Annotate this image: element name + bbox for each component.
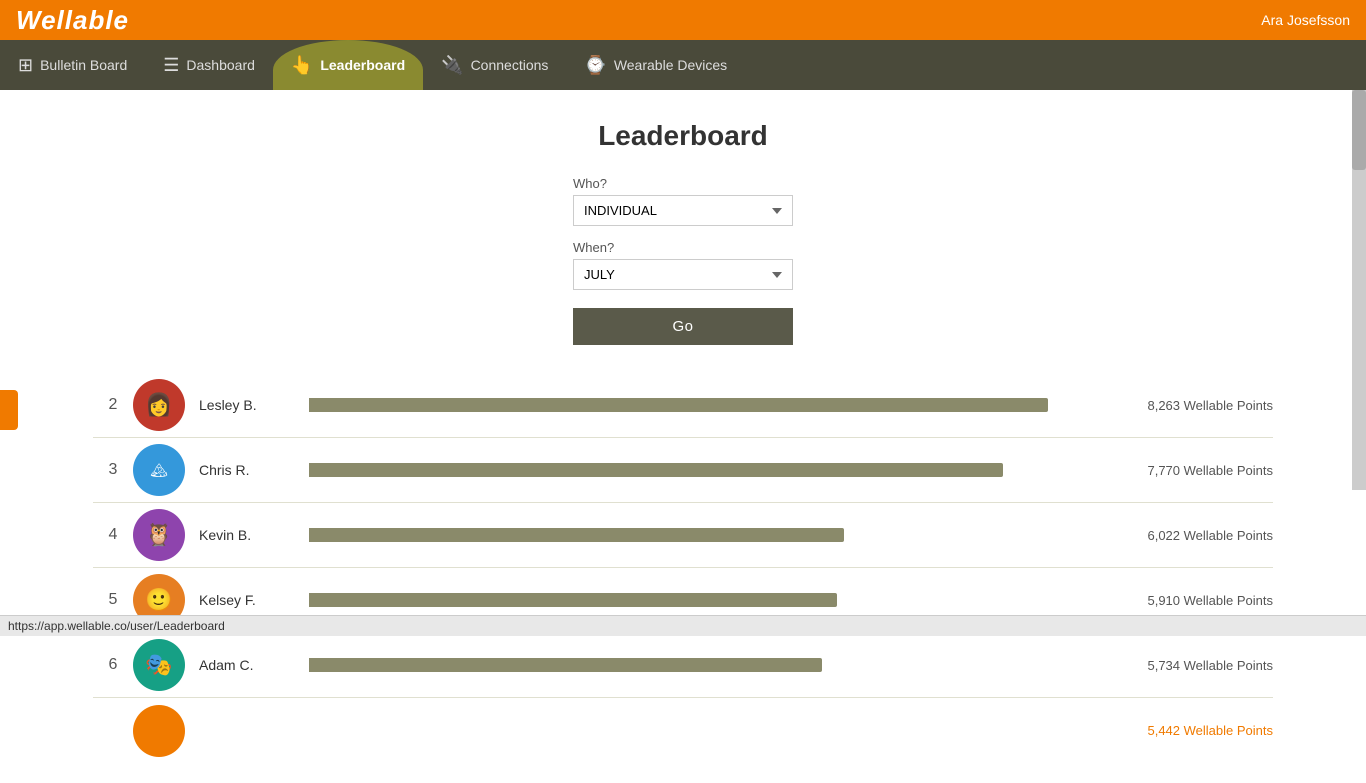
nav-bulletin-board[interactable]: ⊞ Bulletin Board	[0, 40, 145, 90]
nav-leaderboard-label: Leaderboard	[320, 57, 405, 73]
table-row: 2 👩 Lesley B. 8,263 Wellable Points	[93, 373, 1273, 438]
score-bar	[309, 528, 844, 542]
score-bar	[309, 658, 822, 672]
page-title: Leaderboard	[20, 120, 1346, 152]
main-content: Leaderboard Who? INDIVIDUAL TEAM When? J…	[0, 90, 1366, 783]
rank-4: 4	[93, 526, 133, 544]
table-row-partial: 5,442 Wellable Points	[93, 698, 1273, 763]
when-select[interactable]: JANUARY FEBRUARY MARCH APRIL MAY JUNE JU…	[573, 259, 793, 290]
nav-connections-label: Connections	[471, 57, 549, 73]
leaderboard-icon: 👆	[291, 55, 313, 76]
bar-area	[309, 528, 1063, 542]
points-label: 6,022 Wellable Points	[1073, 528, 1273, 543]
points-label: 5,442 Wellable Points	[1073, 723, 1273, 738]
bar-area	[309, 593, 1063, 607]
nav-dashboard[interactable]: ☰ Dashboard	[145, 40, 273, 90]
wearable-devices-icon: ⌚	[584, 55, 606, 76]
rank-6: 6	[93, 656, 133, 674]
top-bar: Wellable Ara Josefsson	[0, 0, 1366, 40]
rank-2: 2	[93, 396, 133, 414]
when-label: When?	[573, 240, 793, 255]
scrollbar[interactable]	[1352, 90, 1366, 490]
brand-logo: Wellable	[16, 5, 129, 36]
avatar: 🎭	[133, 639, 185, 691]
points-label: 5,910 Wellable Points	[1073, 593, 1273, 608]
avatar: 🦉	[133, 509, 185, 561]
nav-bar: ⊞ Bulletin Board ☰ Dashboard 👆 Leaderboa…	[0, 40, 1366, 90]
dashboard-icon: ☰	[163, 55, 179, 76]
who-select[interactable]: INDIVIDUAL TEAM	[573, 195, 793, 226]
table-row: 4 🦉 Kevin B. 6,022 Wellable Points	[93, 503, 1273, 568]
avatar	[133, 705, 185, 757]
bar-area	[309, 724, 1063, 738]
table-row: 6 🎭 Adam C. 5,734 Wellable Points	[93, 633, 1273, 698]
nav-bulletin-board-label: Bulletin Board	[40, 57, 127, 73]
go-button[interactable]: Go	[573, 308, 793, 345]
rank-5: 5	[93, 591, 133, 609]
bar-area	[309, 658, 1063, 672]
avatar: 🏔	[133, 444, 185, 496]
bar-area	[309, 398, 1063, 412]
status-url: https://app.wellable.co/user/Leaderboard	[8, 619, 225, 633]
rank-3: 3	[93, 461, 133, 479]
nav-wearable-devices[interactable]: ⌚ Wearable Devices	[566, 40, 745, 90]
scroll-thumb[interactable]	[1352, 90, 1366, 170]
bar-area	[309, 463, 1063, 477]
avatar: 👩	[133, 379, 185, 431]
leaderboard-list: 2 👩 Lesley B. 8,263 Wellable Points 3 🏔 …	[93, 373, 1273, 763]
side-element	[0, 390, 18, 430]
score-bar	[309, 463, 1003, 477]
points-label: 8,263 Wellable Points	[1073, 398, 1273, 413]
player-name: Kelsey F.	[199, 592, 299, 608]
player-name: Chris R.	[199, 462, 299, 478]
score-bar	[309, 593, 837, 607]
user-name: Ara Josefsson	[1261, 12, 1350, 28]
nav-leaderboard[interactable]: 👆 Leaderboard	[273, 40, 423, 90]
nav-dashboard-label: Dashboard	[186, 57, 255, 73]
status-bar: https://app.wellable.co/user/Leaderboard	[0, 615, 1366, 636]
nav-connections[interactable]: 🔌 Connections	[423, 40, 566, 90]
nav-wearable-devices-label: Wearable Devices	[614, 57, 727, 73]
connections-icon: 🔌	[441, 55, 463, 76]
player-name: Adam C.	[199, 657, 299, 673]
player-name: Kevin B.	[199, 527, 299, 543]
filter-form: Who? INDIVIDUAL TEAM When? JANUARY FEBRU…	[573, 176, 793, 345]
who-label: Who?	[573, 176, 793, 191]
table-row: 3 🏔 Chris R. 7,770 Wellable Points	[93, 438, 1273, 503]
player-name: Lesley B.	[199, 397, 299, 413]
bulletin-board-icon: ⊞	[18, 55, 33, 76]
points-label: 5,734 Wellable Points	[1073, 658, 1273, 673]
score-bar	[309, 398, 1048, 412]
points-label: 7,770 Wellable Points	[1073, 463, 1273, 478]
